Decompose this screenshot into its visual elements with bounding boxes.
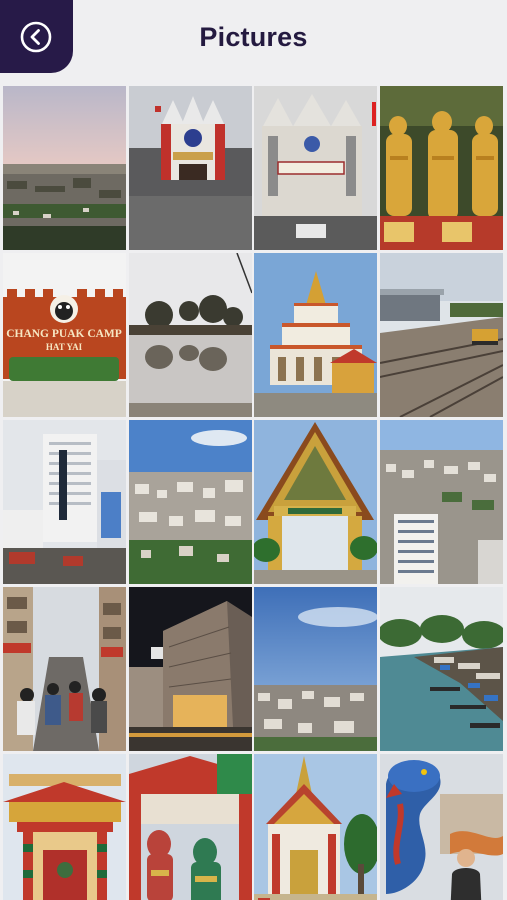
photo-hat-yai-building-facade[interactable] (254, 86, 378, 250)
photo-busy-market-street[interactable] (3, 587, 126, 751)
photo-temple-guardian-statues[interactable] (128, 754, 252, 900)
photo-floating-market-canal[interactable] (379, 587, 503, 751)
photo-cityscape-blue-sky[interactable] (254, 587, 378, 751)
photo-ornate-thai-temple[interactable] (254, 754, 378, 900)
photo-golden-monk-statues[interactable] (379, 86, 503, 250)
photo-chang-puak-camp-sign[interactable]: CHANG PUAK CAMP HAT YAI (3, 253, 126, 417)
photo-station-clock-tower[interactable] (128, 86, 252, 250)
page-title: Pictures (199, 22, 308, 52)
photo-white-hotel-tower[interactable] (3, 420, 126, 584)
photo-aerial-city-view[interactable] (128, 420, 252, 584)
photo-pond-reflection[interactable] (128, 253, 252, 417)
photo-golden-temple-gate[interactable] (254, 420, 378, 584)
sign-line-1: CHANG PUAK CAMP (6, 328, 122, 340)
photo-grid: CHANG PUAK CAMP HAT YAI (3, 86, 506, 900)
photo-white-pagoda-temple[interactable] (254, 253, 378, 417)
photo-city-skyline-dusk[interactable] (3, 86, 126, 250)
photo-railway-tracks[interactable] (379, 253, 503, 417)
app-header: Pictures (0, 0, 507, 84)
photo-dragon-statue-visitor[interactable] (379, 754, 503, 900)
photo-city-panorama[interactable] (379, 420, 503, 584)
sign-line-2: HAT YAI (46, 342, 83, 352)
photo-red-chinese-shrine[interactable] (3, 754, 126, 900)
photo-modern-building-night[interactable] (128, 587, 252, 751)
